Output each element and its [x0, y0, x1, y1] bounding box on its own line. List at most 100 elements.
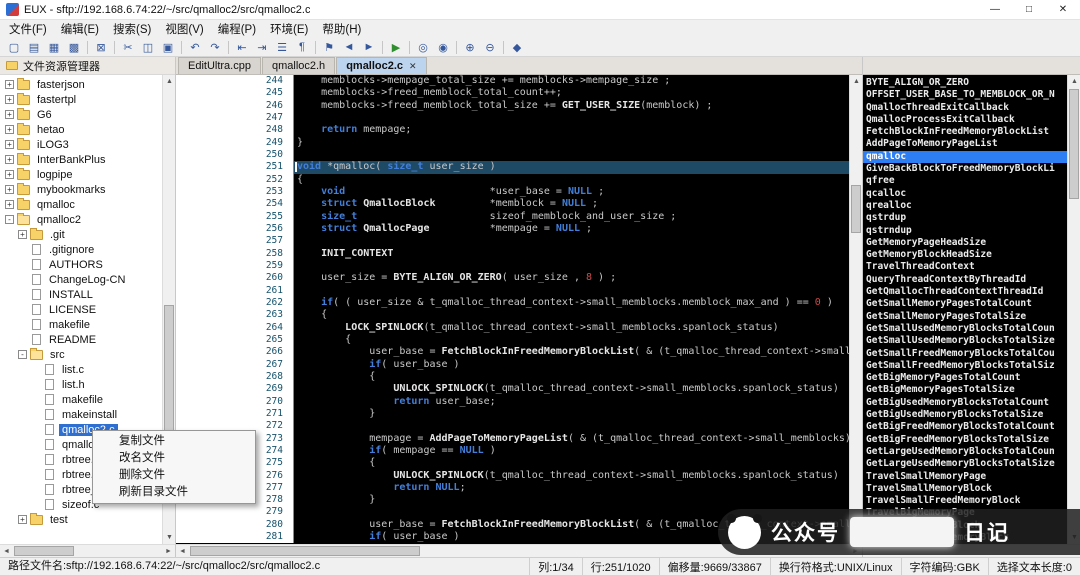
code-text[interactable]: if( mempage == NULL ) [294, 445, 849, 457]
line-number[interactable]: 253 [176, 186, 294, 198]
context-menu-item-2[interactable]: 删除文件 [93, 467, 255, 484]
tree-item[interactable]: -qmalloc2 [0, 212, 162, 227]
code-text[interactable] [294, 420, 849, 432]
expand-icon[interactable]: + [5, 200, 14, 209]
menu-item-4[interactable]: 编程(P) [211, 20, 263, 38]
menu-item-6[interactable]: 帮助(H) [315, 20, 368, 38]
line-number[interactable]: 248 [176, 124, 294, 136]
line-number[interactable]: 268 [176, 371, 294, 383]
function-list-item[interactable]: GetMemoryPageHeadSize [863, 237, 1067, 249]
function-list-item[interactable]: GetQmallocThreadContextThreadId [863, 286, 1067, 298]
code-text[interactable]: } [294, 494, 849, 506]
tree-item[interactable]: README [0, 332, 162, 347]
function-list-item[interactable]: GetBigFreedMemoryBlocksTotalCount [863, 421, 1067, 433]
code-text[interactable]: struct QmallocBlock *memblock = NULL ; [294, 198, 849, 210]
function-list-item[interactable]: GetSmallMemoryPagesTotalCount [863, 298, 1067, 310]
line-number[interactable]: 266 [176, 346, 294, 358]
code-text[interactable]: memblocks->mempage_total_size += membloc… [294, 75, 849, 87]
minimize-icon[interactable]: — [978, 0, 1012, 19]
expand-icon[interactable]: + [5, 155, 14, 164]
tree-item[interactable]: +InterBankPlus [0, 152, 162, 167]
line-number[interactable]: 250 [176, 149, 294, 161]
redo-icon[interactable]: ↷ [205, 39, 225, 56]
close-file-icon[interactable]: ⊠ [91, 39, 111, 56]
tree-item[interactable]: list.h [0, 377, 162, 392]
function-list-item[interactable]: GetBigMemoryPagesTotalCount [863, 372, 1067, 384]
maximize-icon[interactable]: □ [1012, 0, 1046, 19]
code-text[interactable]: LOCK_SPINLOCK(t_qmalloc_thread_context->… [294, 322, 849, 334]
code-text[interactable] [294, 285, 849, 297]
function-list-item[interactable]: GetBigUsedMemoryBlocksTotalCount [863, 397, 1067, 409]
bookmark-next-icon[interactable]: ► [359, 39, 379, 56]
function-list-icon[interactable]: ☰ [272, 39, 292, 56]
function-list-item[interactable]: QmallocThreadExitCallback [863, 102, 1067, 114]
code-text[interactable]: struct QmallocPage *mempage = NULL ; [294, 223, 849, 235]
function-list-item[interactable]: QueryThreadContextByThreadId [863, 274, 1067, 286]
code-text[interactable] [294, 260, 849, 272]
line-number[interactable]: 265 [176, 334, 294, 346]
tree-item[interactable]: AUTHORS [0, 257, 162, 272]
tab-qmalloc2-c[interactable]: qmalloc2.c✕ [336, 57, 426, 74]
code-text[interactable]: mempage = AddPageToMemoryPageList( & (t_… [294, 433, 849, 445]
code-text[interactable]: return user_base; [294, 396, 849, 408]
new-file-icon[interactable]: ▢ [4, 39, 24, 56]
line-number[interactable]: 252 [176, 174, 294, 186]
scrollbar-thumb[interactable] [190, 546, 420, 556]
tree-item[interactable]: +qmalloc [0, 197, 162, 212]
run-icon[interactable]: ▶ [386, 39, 406, 56]
tab-editultra-cpp[interactable]: EditUltra.cpp [178, 57, 261, 74]
find-icon[interactable]: ◎ [413, 39, 433, 56]
code-text[interactable]: user_base = FetchBlockInFreedMemoryBlock… [294, 346, 849, 358]
tree-item[interactable]: .gitignore [0, 242, 162, 257]
function-list-item[interactable]: qrealloc [863, 200, 1067, 212]
code-text[interactable]: UNLOCK_SPINLOCK(t_qmalloc_thread_context… [294, 383, 849, 395]
tree-item[interactable]: +.git [0, 227, 162, 242]
tree-item[interactable]: +mybookmarks [0, 182, 162, 197]
tree-item[interactable]: +hetao [0, 122, 162, 137]
function-list-item[interactable]: GetLargeUsedMemoryBlocksTotalCoun [863, 446, 1067, 458]
plugin-icon[interactable]: ◆ [507, 39, 527, 56]
line-number[interactable]: 256 [176, 223, 294, 235]
code-editor[interactable]: 244 memblocks->mempage_total_size += mem… [176, 75, 849, 544]
line-number[interactable]: 245 [176, 87, 294, 99]
code-text[interactable]: { [294, 174, 849, 186]
tree-item[interactable]: +fastertpl [0, 92, 162, 107]
tree-item[interactable]: +logpipe [0, 167, 162, 182]
tree-item[interactable]: INSTALL [0, 287, 162, 302]
code-text[interactable]: memblocks->freed_memblock_total_count++; [294, 87, 849, 99]
expand-icon[interactable]: + [18, 230, 27, 239]
close-icon[interactable]: ✕ [1046, 0, 1080, 19]
function-list-item[interactable]: GiveBackBlockToFreedMemoryBlockLi [863, 163, 1067, 175]
line-number[interactable]: 251 [176, 161, 294, 173]
function-list-item[interactable]: qmalloc [863, 151, 1067, 163]
function-list-item[interactable]: TravelThreadContext [863, 261, 1067, 273]
context-menu-item-3[interactable]: 刷新目录文件 [93, 484, 255, 501]
expand-icon[interactable]: + [5, 170, 14, 179]
code-text[interactable]: { [294, 334, 849, 346]
zoom-out-icon[interactable]: ⊖ [480, 39, 500, 56]
line-number[interactable]: 244 [176, 75, 294, 87]
menu-item-3[interactable]: 视图(V) [158, 20, 210, 38]
code-text[interactable]: if( user_base ) [294, 359, 849, 371]
code-text[interactable]: UNLOCK_SPINLOCK(t_qmalloc_thread_context… [294, 470, 849, 482]
tree-item[interactable]: makeinstall [0, 407, 162, 422]
line-number[interactable]: 279 [176, 506, 294, 518]
tree-item[interactable]: -src [0, 347, 162, 362]
save-all-icon[interactable]: ▩ [64, 39, 84, 56]
code-text[interactable]: void *user_base = NULL ; [294, 186, 849, 198]
bookmark-toggle-icon[interactable]: ⚑ [319, 39, 339, 56]
menu-item-5[interactable]: 环境(E) [263, 20, 315, 38]
scroll-up-icon[interactable]: ▲ [850, 75, 863, 88]
code-text[interactable]: } [294, 408, 849, 420]
line-number[interactable]: 280 [176, 519, 294, 531]
tree-item[interactable]: makefile [0, 317, 162, 332]
scrollbar-thumb[interactable] [851, 185, 861, 233]
open-file-icon[interactable]: ▤ [24, 39, 44, 56]
save-file-icon[interactable]: ▦ [44, 39, 64, 56]
line-number[interactable]: 263 [176, 309, 294, 321]
line-number[interactable]: 264 [176, 322, 294, 334]
expand-icon[interactable]: - [5, 215, 14, 224]
tree-item[interactable]: makefile [0, 392, 162, 407]
expand-icon[interactable]: - [18, 350, 27, 359]
function-list-item[interactable]: qfree [863, 175, 1067, 187]
